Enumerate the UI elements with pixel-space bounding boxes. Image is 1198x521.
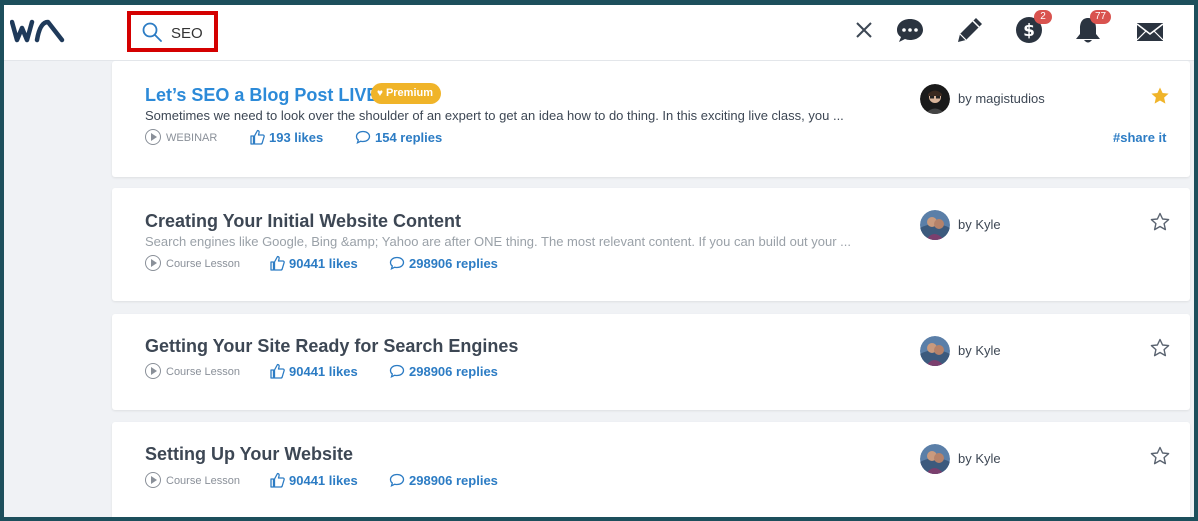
search-icon	[142, 22, 162, 42]
likes-link[interactable]: 90441 likes	[269, 255, 358, 273]
comment-icon	[355, 130, 371, 144]
avatar	[920, 210, 950, 240]
thumbs-up-icon	[270, 472, 285, 488]
mail-icon[interactable]	[1134, 16, 1166, 48]
likes-link[interactable]: 90441 likes	[269, 472, 358, 490]
star-icon[interactable]	[1150, 212, 1170, 232]
play-icon	[145, 255, 161, 272]
star-icon[interactable]	[1150, 446, 1170, 466]
author-name: by Kyle	[958, 217, 1001, 232]
play-icon	[145, 472, 161, 489]
thumbs-up-icon	[250, 129, 265, 145]
result-card[interactable]: Let’s SEO a Blog Post LIVE! ♥ Premium Som…	[112, 61, 1190, 177]
author-name: by Kyle	[958, 343, 1001, 358]
dollar-badge: 2	[1034, 10, 1052, 24]
star-icon[interactable]	[1150, 338, 1170, 358]
comment-icon	[389, 256, 405, 270]
replies-link[interactable]: 298906 replies	[389, 255, 498, 273]
author-name: by magistudios	[958, 91, 1045, 106]
likes-link[interactable]: 90441 likes	[269, 363, 358, 381]
replies-link[interactable]: 154 replies	[355, 129, 442, 147]
wa-logo[interactable]: WA	[10, 18, 66, 44]
chat-icon[interactable]	[894, 14, 926, 46]
bell-badge: 77	[1090, 10, 1112, 24]
comment-icon	[389, 364, 405, 378]
comment-icon	[389, 473, 405, 487]
content-type: Course Lesson	[145, 363, 240, 381]
premium-badge: ♥ Premium	[371, 83, 442, 104]
pencil-icon[interactable]	[954, 14, 986, 46]
author-name: by Kyle	[958, 451, 1001, 466]
result-title[interactable]: Getting Your Site Ready for Search Engin…	[145, 336, 518, 357]
replies-link[interactable]: 298906 replies	[389, 363, 498, 381]
content-type: Course Lesson	[145, 472, 240, 490]
thumbs-up-icon	[270, 255, 285, 271]
search-box[interactable]	[127, 11, 218, 52]
star-icon-filled[interactable]	[1150, 86, 1170, 106]
result-title[interactable]: Let’s SEO a Blog Post LIVE!	[145, 85, 384, 106]
replies-link[interactable]: 298906 replies	[389, 472, 498, 490]
result-description: Sometimes we need to look over the shoul…	[145, 108, 844, 123]
avatar	[920, 84, 950, 114]
result-title[interactable]: Setting Up Your Website	[145, 444, 353, 465]
thumbs-up-icon	[270, 363, 285, 379]
close-icon[interactable]	[848, 14, 880, 46]
search-input[interactable]	[171, 23, 215, 43]
result-card[interactable]: Getting Your Site Ready for Search Engin…	[112, 314, 1190, 410]
result-card[interactable]: Creating Your Initial Website Content Se…	[112, 188, 1190, 301]
play-icon	[145, 129, 161, 146]
top-bar: WA $ 2 77	[0, 0, 1198, 61]
share-link[interactable]: #share it	[1113, 130, 1166, 145]
result-description: Search engines like Google, Bing &amp; Y…	[145, 234, 852, 249]
left-sidebar	[0, 61, 111, 521]
avatar	[920, 444, 950, 474]
content-type: WEBINAR	[145, 129, 217, 147]
heart-icon: ♥	[377, 88, 383, 99]
result-card[interactable]: Setting Up Your Website Course Lesson 90…	[112, 422, 1190, 521]
avatar	[920, 336, 950, 366]
content-type: Course Lesson	[145, 255, 240, 273]
likes-link[interactable]: 193 likes	[249, 129, 323, 147]
result-title[interactable]: Creating Your Initial Website Content	[145, 211, 461, 232]
svg-text:$: $	[1023, 21, 1035, 41]
play-icon	[145, 363, 161, 380]
